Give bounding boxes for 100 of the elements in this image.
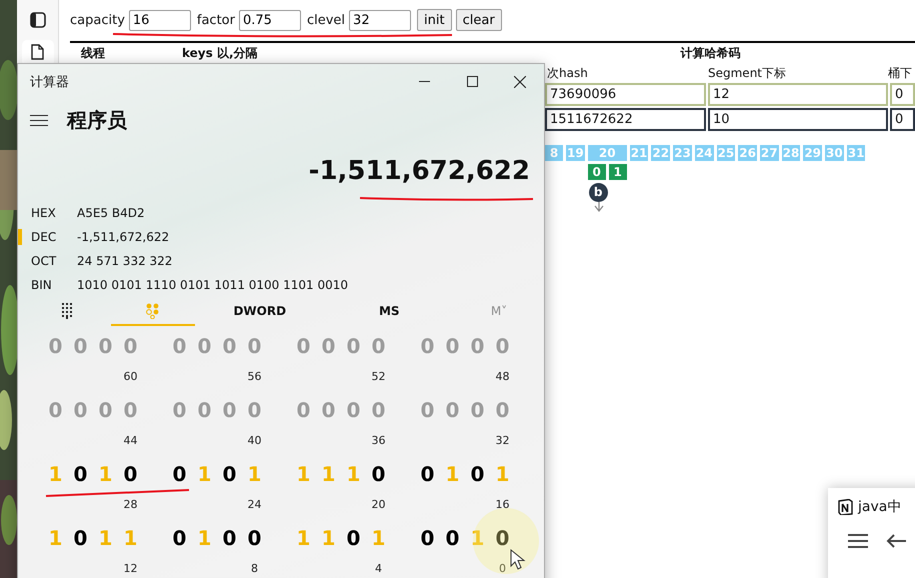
bit-toggle[interactable]: 0 xyxy=(366,462,391,486)
action-button[interactable]: init xyxy=(417,9,452,31)
bit-toggle[interactable]: 0 xyxy=(440,526,465,550)
bit-toggle[interactable]: 0 xyxy=(68,462,93,486)
bit-toggle: 0 xyxy=(167,398,192,422)
back-arrow-icon[interactable] xyxy=(886,534,906,548)
bit-toggle: 0 xyxy=(440,398,465,422)
table-cell: 12 xyxy=(708,83,888,106)
input-field[interactable]: 32 xyxy=(349,10,412,30)
bit-position-label: 60 xyxy=(122,370,138,384)
bit-toggle[interactable]: 0 xyxy=(217,526,242,550)
bit-toggle: 0 xyxy=(217,334,242,358)
column-header: keys 以,分隔 xyxy=(181,45,258,62)
bit-toggle: 0 xyxy=(43,398,68,422)
bit-toggle: 0 xyxy=(366,398,391,422)
radix-label: BIN xyxy=(31,278,53,292)
bucket-slot: 22 xyxy=(651,145,670,161)
bit-toggle: 0 xyxy=(366,334,391,358)
input-field[interactable]: 0.75 xyxy=(238,10,301,30)
maximize-icon xyxy=(466,76,478,87)
down-arrow-icon xyxy=(594,202,604,212)
table-cell: 10 xyxy=(708,108,888,131)
bit-toggle: 0 xyxy=(192,398,217,422)
column-header: 线程 xyxy=(80,45,106,62)
bit-toggle[interactable]: 0 xyxy=(415,526,440,550)
radix-row[interactable]: DEC -1,511,672,622 xyxy=(18,225,544,249)
table-cell: 0 xyxy=(890,108,915,131)
bit-toggle[interactable]: 0 xyxy=(118,462,143,486)
panel-icon[interactable] xyxy=(30,12,46,28)
bit-toggle: 0 xyxy=(316,398,341,422)
memory-tab[interactable]: DWORD xyxy=(195,297,324,326)
bit-toggle: 0 xyxy=(291,398,316,422)
bit-toggle[interactable]: 0 xyxy=(167,526,192,550)
document-icon[interactable] xyxy=(31,44,44,60)
bit-toggle: 0 xyxy=(316,334,341,358)
bit-position-label: 40 xyxy=(246,434,262,448)
segment-entry: 1 xyxy=(608,164,627,180)
bit-toggle: 0 xyxy=(465,398,490,422)
bit-toggle: 0 xyxy=(93,398,118,422)
radix-row[interactable]: OCT 24 571 332 322 xyxy=(18,249,544,273)
pointer-icon xyxy=(510,548,526,570)
mode-title: 程序员 xyxy=(67,106,127,134)
window-title: 计算器 xyxy=(29,74,70,90)
result-display: -1,511,672,622 xyxy=(308,156,530,186)
radix-label: OCT xyxy=(31,254,58,268)
bit-toggle: 0 xyxy=(217,398,242,422)
bit-toggle: 0 xyxy=(68,398,93,422)
bit-position-label: 48 xyxy=(494,370,510,384)
bit-toggle[interactable]: 0 xyxy=(167,462,192,486)
bucket-slot: 23 xyxy=(673,145,692,161)
bit-toggle: 0 xyxy=(341,398,366,422)
bucket-slot: 28 xyxy=(782,145,800,161)
selection-marker xyxy=(18,229,22,245)
bucket-slot: 24 xyxy=(694,145,714,161)
segment-entry: 0 xyxy=(588,164,606,180)
bit-toggle[interactable]: 0 xyxy=(217,462,242,486)
bit-toggle: 0 xyxy=(465,334,490,358)
input-field[interactable]: 16 xyxy=(128,10,191,30)
column-header: 次hash xyxy=(546,65,589,82)
dots-icon xyxy=(146,302,160,318)
bit-position-label: 16 xyxy=(494,498,510,512)
notion-logo-icon xyxy=(838,499,853,515)
radix-row[interactable]: BIN 1010 0101 1110 0101 1011 0100 1101 0010 xyxy=(18,273,544,297)
keypad-icon xyxy=(61,302,73,318)
bit-toggle[interactable]: 0 xyxy=(341,526,366,550)
column-header: Segment下标 xyxy=(707,65,787,82)
bit-toggle[interactable]: 0 xyxy=(465,462,490,486)
table-cell: 73690096 xyxy=(545,83,706,106)
radix-row[interactable]: HEX A5E5 B4D2 xyxy=(18,201,544,225)
radix-value: -1,511,672,622 xyxy=(77,230,170,244)
radix-label: DEC xyxy=(31,230,58,244)
bucket-slot: 19 xyxy=(566,145,585,161)
bit-toggle: 0 xyxy=(118,398,143,422)
menu-icon[interactable] xyxy=(30,114,48,126)
bucket-slot: 29 xyxy=(803,145,822,161)
bit-toggle[interactable]: 0 xyxy=(242,526,267,550)
bit-toggle: 0 xyxy=(341,334,366,358)
menu-icon[interactable] xyxy=(848,534,868,548)
bit-toggle[interactable]: 0 xyxy=(490,526,515,550)
minimize-icon xyxy=(418,81,430,82)
bit-position-label: 28 xyxy=(122,498,138,512)
bit-toggle: 0 xyxy=(118,334,143,358)
bit-toggle[interactable]: 0 xyxy=(68,526,93,550)
node-circle: b xyxy=(588,183,608,202)
bit-toggle: 0 xyxy=(242,334,267,358)
bit-toggle: 0 xyxy=(43,334,68,358)
radix-label: HEX xyxy=(31,206,57,220)
table-cell: 0 xyxy=(890,83,915,106)
bucket-slot: 31 xyxy=(846,145,866,161)
bit-toggle[interactable]: 0 xyxy=(415,462,440,486)
bit-toggle: 0 xyxy=(291,334,316,358)
field-label: capacity xyxy=(70,12,125,28)
bit-toggle: 0 xyxy=(68,334,93,358)
bucket-slot: 26 xyxy=(738,145,757,161)
radix-value: A5E5 B4D2 xyxy=(77,206,145,220)
action-button[interactable]: clear xyxy=(456,9,502,31)
memory-tab[interactable]: MS xyxy=(324,297,454,326)
notification-card[interactable]: java中 xyxy=(828,488,915,578)
radix-value: 24 571 332 322 xyxy=(77,254,172,268)
bit-toggle: 0 xyxy=(167,334,192,358)
